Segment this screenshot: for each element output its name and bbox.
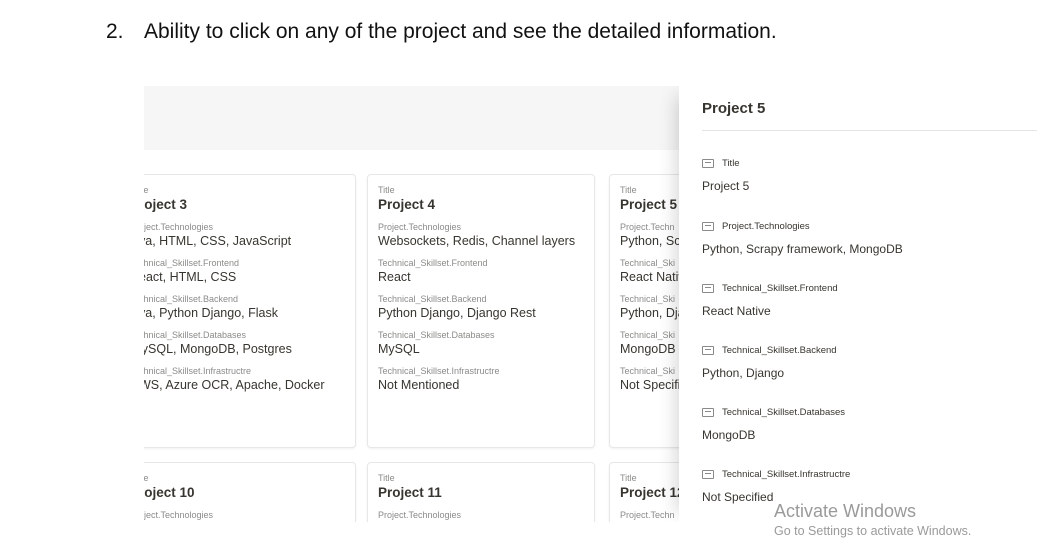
field-label: oject.Technologies [144,222,214,232]
property-value[interactable]: Python, Django [702,366,837,380]
field-value: va, Python Django, Flask [144,306,278,320]
property-value[interactable]: Project 5 [702,179,749,193]
field-label: Technical_Skillset.Infrastructre [378,366,500,376]
field-label: chnical_Skillset.Frontend [144,258,240,268]
property-value[interactable]: Python, Scrapy framework, MongoDB [702,242,903,256]
property-label: Technical_Skillset.Infrastructre [722,469,851,480]
instruction-heading: 2. Ability to click on any of the project… [106,20,777,44]
title-label: Title [378,473,395,483]
property-title[interactable]: Title Project 5 [702,158,749,193]
property-label: Title [722,158,740,169]
card-title: roject 10 [144,485,195,500]
field-label: Technical_Skillset.Backend [378,294,487,304]
panel-divider [702,130,1037,131]
text-property-icon [702,470,714,479]
project-card-4[interactable]: Title Project 4 Project.Technologies Web… [367,174,595,448]
field-label: Technical_Skillset.Frontend [378,258,488,268]
property-backend[interactable]: Technical_Skillset.Backend Python, Djang… [702,345,837,380]
title-label: tle [144,473,149,483]
heading-text: Ability to click on any of the project a… [144,20,777,43]
property-frontend[interactable]: Technical_Skillset.Frontend React Native [702,283,838,318]
property-label: Project.Technologies [722,221,810,232]
detail-side-panel: Project 5 Title Project 5 Project.Techno… [679,86,1037,522]
title-label: Title [378,185,395,195]
field-label: Project.Technologies [378,222,462,232]
field-value: lySQL, MongoDB, Postgres [144,342,292,356]
watermark-subtitle: Go to Settings to activate Windows. [774,524,972,538]
project-card-10[interactable]: tle roject 10 oject.Technologies [144,462,356,522]
heading-number: 2. [106,20,124,43]
property-label: Technical_Skillset.Frontend [722,283,838,294]
panel-title: Project 5 [702,100,766,117]
text-property-icon [702,159,714,168]
field-value: Websockets, Redis, Channel layers [378,234,576,248]
text-property-icon [702,346,714,355]
field-label: chnical_Skillset.Infrastructre [144,366,252,376]
field-value: MySQL [378,342,420,356]
project-card-11[interactable]: Title Project 11 Project.Technologies [367,462,595,522]
field-label: oject.Technologies [144,510,214,520]
property-infrastructure[interactable]: Technical_Skillset.Infrastructre Not Spe… [702,469,850,504]
text-property-icon [702,408,714,417]
field-label: chnical_Skillset.Databases [144,330,247,340]
property-label: Technical_Skillset.Databases [722,407,846,418]
property-value[interactable]: React Native [702,304,838,318]
toolbar-area [144,86,704,150]
property-databases[interactable]: Technical_Skillset.Databases MongoDB [702,407,845,442]
property-label: Technical_Skillset.Backend [722,345,837,356]
watermark-title: Activate Windows [774,501,917,521]
field-value: React [378,270,411,284]
card-title: Project 11 [378,485,442,500]
project-card-3[interactable]: tle roject 3 oject.Technologies va, HTML… [144,174,356,448]
app-screenshot: tle roject 3 oject.Technologies va, HTML… [144,86,1037,522]
property-technologies[interactable]: Project.Technologies Python, Scrapy fram… [702,221,903,256]
title-label: tle [144,185,149,195]
card-title: roject 3 [144,197,188,212]
text-property-icon [702,284,714,293]
field-value: Python Django, Django Rest [378,306,536,320]
card-title: Project 4 [378,197,436,212]
field-value: eact, HTML, CSS [144,270,237,284]
field-value: WS, Azure OCR, Apache, Docker [144,378,325,392]
field-label: Technical_Skillset.Databases [378,330,495,340]
field-value: Not Mentioned [378,378,460,392]
field-label: chnical_Skillset.Backend [144,294,239,304]
activation-watermark: Activate Windows Go to Settings to activ… [774,501,971,538]
field-value: va, HTML, CSS, JavaScript [144,234,292,248]
property-value[interactable]: MongoDB [702,428,845,442]
field-label: Project.Technologies [378,510,462,520]
text-property-icon [702,222,714,231]
